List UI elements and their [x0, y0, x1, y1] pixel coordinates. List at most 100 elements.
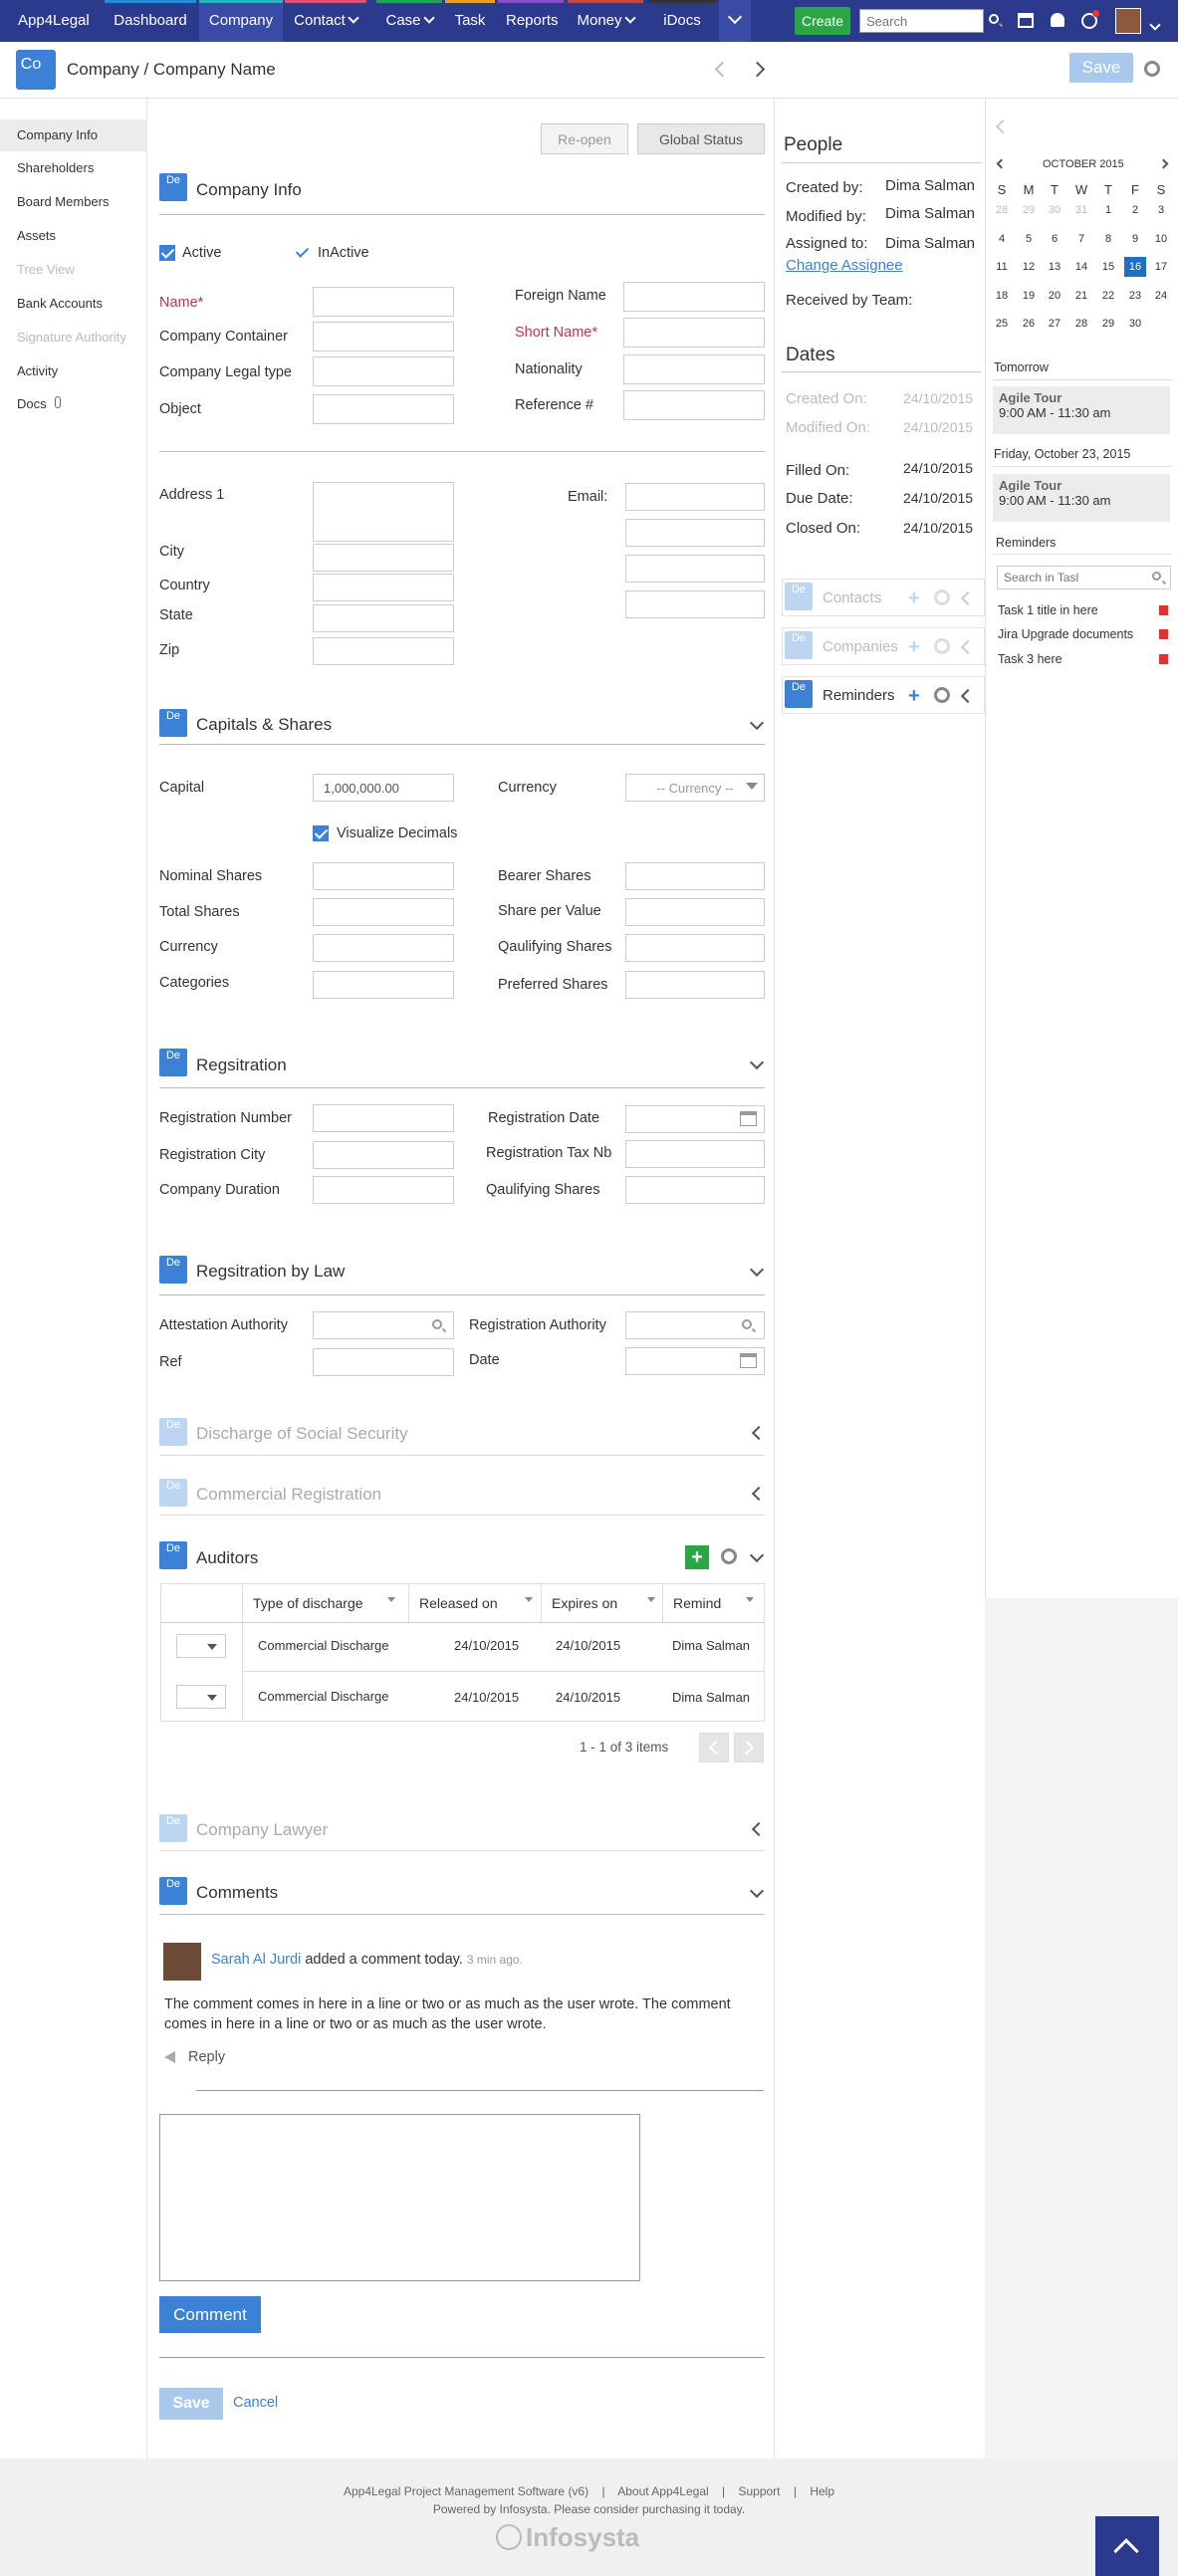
calendar-day[interactable]: 7	[1070, 233, 1092, 245]
search-icon[interactable]	[432, 1319, 442, 1329]
plus-icon[interactable]: +	[908, 686, 920, 706]
gear-icon[interactable]	[1144, 61, 1160, 77]
calendar-day[interactable]: 28	[1070, 318, 1092, 330]
email-input-2[interactable]	[625, 519, 765, 547]
footer-help-link[interactable]: Help	[810, 2484, 834, 2498]
inactive-checkbox[interactable]	[295, 245, 311, 261]
capital-input[interactable]: 1,000,000.00	[313, 774, 454, 802]
nav-dashboard[interactable]: Dashboard	[105, 0, 196, 42]
calendar-icon[interactable]	[740, 1353, 757, 1368]
calendar-day[interactable]: 12	[1018, 261, 1040, 273]
column-header-expires[interactable]: Expires on	[542, 1584, 663, 1622]
sidebar-item-assets[interactable]: Assets	[0, 220, 147, 252]
column-header-released[interactable]: Released on	[409, 1584, 542, 1622]
object-input[interactable]	[313, 394, 454, 424]
calendar-day[interactable]: 23	[1124, 290, 1146, 302]
address1-textarea[interactable]	[313, 482, 454, 542]
row-action-select[interactable]	[176, 1634, 226, 1658]
column-header-type[interactable]: Type of discharge	[243, 1584, 409, 1622]
form-save-button[interactable]: Save	[159, 2388, 223, 2420]
calendar-day[interactable]: 3	[1150, 204, 1172, 216]
calendar-day[interactable]: 30	[1044, 204, 1065, 216]
sidebar-item-shareholders[interactable]: Shareholders	[0, 152, 147, 184]
sidebar-item-docs[interactable]: Docs	[0, 388, 147, 420]
change-assignee-link[interactable]: Change Assignee	[786, 257, 903, 274]
footer-support-link[interactable]: Support	[738, 2484, 780, 2498]
state-input[interactable]	[313, 604, 454, 632]
create-button[interactable]: Create	[795, 7, 850, 35]
calendar-day[interactable]: 9	[1124, 233, 1146, 245]
companies-panel-title[interactable]: Companies	[823, 638, 898, 655]
sidebar-item-board-members[interactable]: Board Members	[0, 186, 147, 218]
currency2-input[interactable]	[313, 934, 454, 962]
nav-reports[interactable]: Reports	[498, 0, 564, 42]
nationality-select[interactable]	[623, 354, 765, 384]
nav-task[interactable]: Task	[445, 0, 495, 42]
registration-number-input[interactable]	[313, 1104, 454, 1132]
calendar-day[interactable]: 28	[991, 204, 1013, 216]
calendar-day[interactable]: 19	[1018, 290, 1040, 302]
nominal-shares-input[interactable]	[313, 862, 454, 890]
global-search-input[interactable]	[859, 9, 984, 33]
nav-case[interactable]: Case	[376, 0, 442, 42]
email-input-1[interactable]	[625, 483, 765, 511]
calendar-day[interactable]: 8	[1097, 233, 1119, 245]
search-icon[interactable]	[742, 1319, 752, 1329]
calendar-day[interactable]: 16	[1124, 257, 1146, 277]
calendar-day[interactable]: 29	[1018, 204, 1040, 216]
city-input[interactable]	[313, 544, 454, 572]
calendar-day[interactable]: 22	[1097, 290, 1119, 302]
task-search-input[interactable]	[997, 566, 1171, 589]
sidebar-item-bank-accounts[interactable]: Bank Accounts	[0, 288, 147, 320]
footer-about-link[interactable]: About App4Legal	[617, 2484, 708, 2498]
currency-select[interactable]: -- Currency --	[625, 774, 765, 802]
sidebar-item-company-info[interactable]: Company Info	[0, 119, 147, 151]
form-cancel-link[interactable]: Cancel	[233, 2395, 278, 2411]
calendar-event[interactable]: Agile Tour 9:00 AM - 11:30 am	[993, 474, 1170, 522]
legal-type-select[interactable]	[313, 356, 454, 386]
share-per-value-input[interactable]	[625, 898, 765, 926]
save-button[interactable]: Save	[1069, 53, 1133, 83]
user-avatar[interactable]	[1115, 8, 1141, 34]
task-item[interactable]: Task 1 title in here	[998, 603, 1098, 617]
gear-icon[interactable]	[934, 687, 950, 703]
foreign-name-input[interactable]	[623, 282, 765, 312]
total-shares-input[interactable]	[313, 898, 454, 926]
calendar-day[interactable]: 11	[991, 261, 1013, 273]
calendar-icon[interactable]	[740, 1111, 757, 1126]
column-header-remind[interactable]: Remind	[663, 1584, 764, 1622]
calendar-day[interactable]: 29	[1097, 318, 1119, 330]
calendar-day[interactable]: 1	[1097, 204, 1119, 216]
sidebar-item-activity[interactable]: Activity	[0, 355, 147, 387]
calendar-day[interactable]: 18	[991, 290, 1013, 302]
contacts-panel-title[interactable]: Contacts	[823, 589, 881, 606]
calendar-icon[interactable]	[1018, 13, 1034, 28]
calendar-day[interactable]: 6	[1044, 233, 1065, 245]
bearer-shares-input[interactable]	[625, 862, 765, 890]
calendar-day[interactable]: 21	[1070, 290, 1092, 302]
visualize-decimals-checkbox[interactable]	[313, 825, 329, 841]
calendar-day[interactable]: 31	[1070, 204, 1092, 216]
registration-tax-input[interactable]	[625, 1140, 765, 1168]
short-name-input[interactable]	[623, 318, 765, 348]
email-input-3[interactable]	[625, 555, 765, 583]
calendar-day[interactable]: 5	[1018, 233, 1040, 245]
row-action-select[interactable]	[176, 1685, 226, 1709]
global-status-button[interactable]: Global Status	[637, 123, 765, 154]
calendar-event[interactable]: Agile Tour 9:00 AM - 11:30 am	[993, 386, 1170, 434]
reference-input[interactable]	[623, 390, 765, 420]
reminders-panel-title[interactable]: Reminders	[823, 687, 895, 704]
calendar-day[interactable]: 4	[991, 233, 1013, 245]
calendar-day[interactable]: 27	[1044, 318, 1065, 330]
calendar-day[interactable]: 14	[1070, 261, 1092, 273]
nav-more-button[interactable]	[719, 0, 751, 42]
nav-contact[interactable]: Contact	[285, 0, 366, 42]
nav-idocs[interactable]: iDocs	[648, 0, 716, 42]
calendar-day[interactable]: 20	[1044, 290, 1065, 302]
bell-icon[interactable]	[1051, 13, 1064, 27]
comment-button[interactable]: Comment	[159, 2296, 261, 2333]
preferred-shares-input[interactable]	[625, 971, 765, 999]
country-select[interactable]	[313, 574, 454, 601]
calendar-day[interactable]: 26	[1018, 318, 1040, 330]
active-checkbox[interactable]	[159, 245, 175, 261]
